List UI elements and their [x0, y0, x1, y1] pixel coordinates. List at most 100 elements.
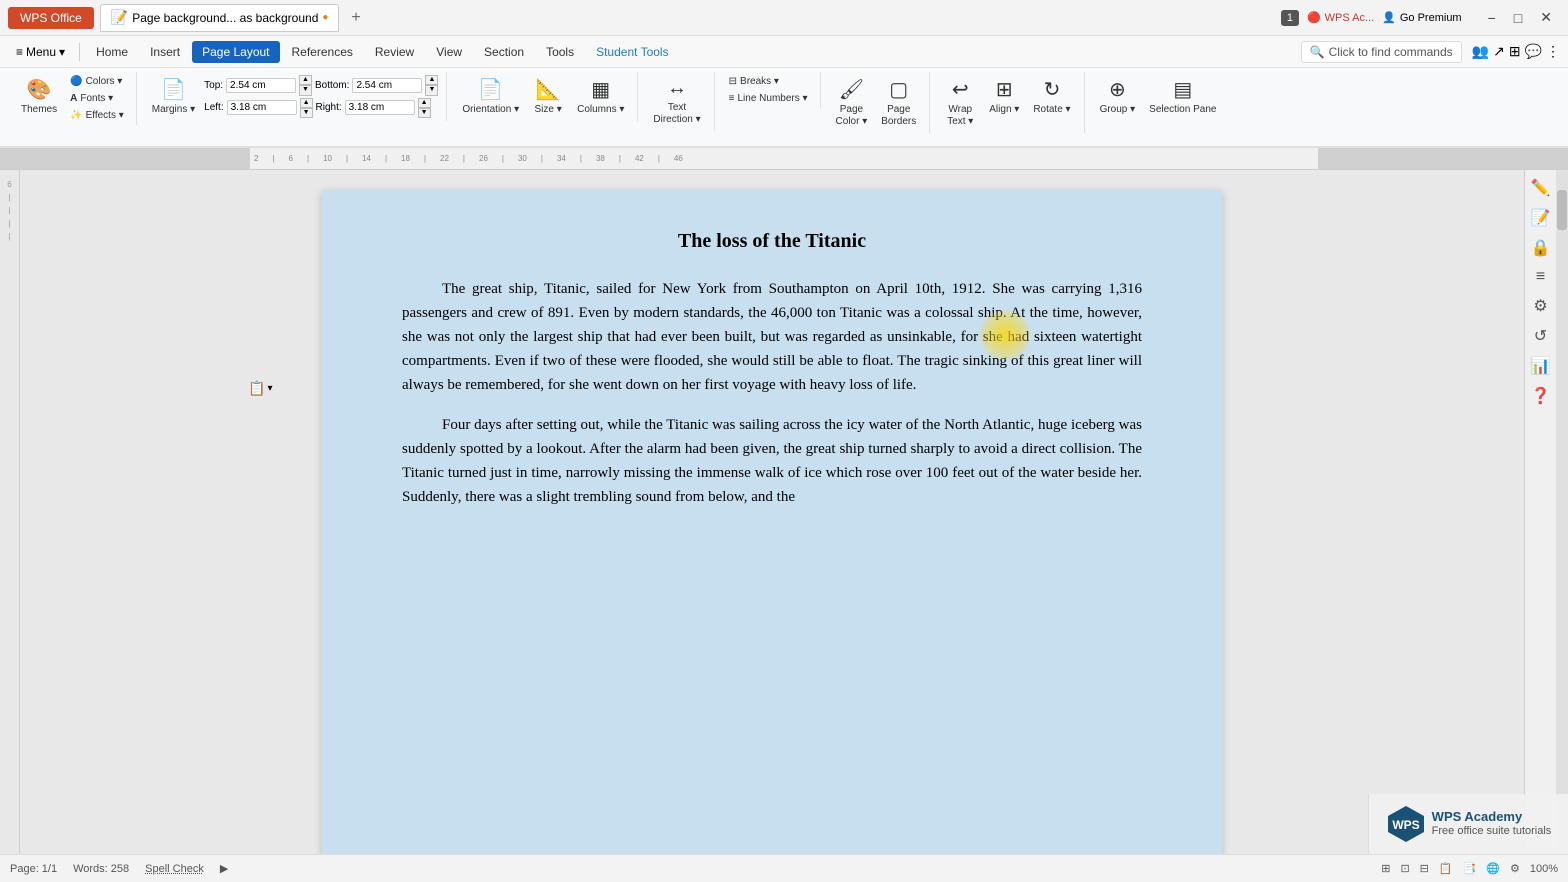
size-icon: 📐: [536, 77, 561, 102]
rotate-button[interactable]: ↻ Rotate ▾: [1028, 74, 1075, 119]
list-view-icon[interactable]: ≡: [1536, 268, 1545, 286]
menu-item-references[interactable]: References: [282, 41, 363, 63]
lock-icon[interactable]: 🔒: [1531, 238, 1551, 258]
status-arrow: ▶: [220, 862, 228, 875]
comment-icon[interactable]: 💬: [1525, 43, 1542, 60]
right-sidebar: ✏️ 📝 🔒 ≡ ⚙ ↺ 📊 ❓: [1524, 170, 1556, 854]
page-color-button[interactable]: 🖌 PageColor ▾: [831, 74, 873, 131]
bottom-spin: ▲ ▼: [425, 75, 438, 96]
wrap-text-icon: ↩: [952, 77, 969, 102]
page-borders-button[interactable]: ▢ PageBorders: [876, 74, 921, 131]
orientation-button[interactable]: 📄 Orientation ▾: [457, 74, 524, 119]
effects-button[interactable]: ✨ Effects ▾: [66, 108, 128, 123]
ruler-right-margin: [1318, 148, 1568, 169]
menu-item-student-tools[interactable]: Student Tools: [586, 41, 679, 63]
colors-icon: 🔵: [70, 76, 82, 87]
wps-account[interactable]: 🔴 WPS Ac...: [1307, 11, 1374, 24]
menu-item-tools[interactable]: Tools: [536, 41, 584, 63]
chart-icon[interactable]: 📊: [1531, 356, 1551, 376]
wps-office-button[interactable]: WPS Office: [8, 7, 94, 29]
menu-item-review[interactable]: Review: [365, 41, 424, 63]
go-premium-button[interactable]: 👤 Go Premium: [1382, 11, 1461, 24]
themes-icon: 🎨: [27, 77, 52, 102]
title-bar-right: 1 🔴 WPS Ac... 👤 Go Premium − □ ✕: [1281, 7, 1560, 28]
hamburger-menu[interactable]: ≡ Menu ▾: [8, 41, 73, 63]
page-color-icon: 🖌: [839, 77, 864, 102]
view-print-icon[interactable]: ⊟: [1420, 862, 1429, 875]
line-numbers-label: Line Numbers ▾: [737, 93, 807, 104]
user-switch-icon[interactable]: 👥: [1472, 43, 1489, 60]
selection-pane-icon: ▤: [1173, 77, 1192, 102]
settings-icon[interactable]: ⚙: [1533, 296, 1547, 316]
doc-icon: 📝: [111, 9, 128, 26]
ribbon-group-arrange: ↩ WrapText ▾ ⊞ Align ▾ ↻ Rotate ▾: [932, 72, 1084, 133]
search-box[interactable]: 🔍 Click to find commands: [1301, 41, 1462, 63]
right-spin-up[interactable]: ▲: [418, 98, 431, 108]
top-spin-down[interactable]: ▼: [299, 85, 312, 95]
top-input[interactable]: [226, 78, 296, 93]
more-icon[interactable]: ⋮: [1546, 43, 1560, 60]
right-spin: ▲ ▼: [418, 98, 431, 119]
left-spin-down[interactable]: ▼: [300, 108, 313, 118]
share-icon[interactable]: ↗: [1493, 43, 1505, 60]
track-changes-icon[interactable]: 📝: [1531, 208, 1551, 228]
menu-item-insert[interactable]: Insert: [140, 41, 190, 63]
margins-items: 📄 Margins ▾ Top: ▲ ▼ Bottom: ▲ ▼: [147, 74, 439, 119]
left-spin-up[interactable]: ▲: [300, 98, 313, 108]
wrap-text-button[interactable]: ↩ WrapText ▾: [940, 74, 980, 131]
left-input[interactable]: [227, 100, 297, 115]
top-spin-up[interactable]: ▲: [299, 75, 312, 85]
breaks-line-group: ⊟ Breaks ▾ ≡ Line Numbers ▾: [725, 74, 812, 106]
text-items: ↔ TextDirection ▾: [648, 74, 705, 129]
maximize-button[interactable]: □: [1506, 7, 1530, 28]
view-read-icon[interactable]: ⊡: [1400, 862, 1409, 875]
line-numbers-icon: ≡: [729, 93, 735, 104]
view-normal-icon[interactable]: ⊞: [1381, 862, 1390, 875]
size-button[interactable]: 📐 Size ▾: [528, 74, 568, 119]
format-icon[interactable]: ✏️: [1531, 178, 1551, 198]
minimize-button[interactable]: −: [1480, 7, 1504, 28]
bottom-spin-down[interactable]: ▼: [425, 85, 438, 95]
bottom-spin-up[interactable]: ▲: [425, 75, 438, 85]
layout-icon[interactable]: ⊞: [1509, 43, 1521, 60]
right-spin-down[interactable]: ▼: [418, 108, 431, 118]
colors-label: Colors ▾: [86, 76, 123, 87]
document-area[interactable]: 📋 ▾ The loss of the Titanic The great sh…: [20, 170, 1524, 854]
align-button[interactable]: ⊞ Align ▾: [984, 74, 1024, 119]
group-button[interactable]: ⊕ Group ▾: [1095, 74, 1141, 119]
bottom-input[interactable]: [352, 78, 422, 93]
menu-item-page-layout[interactable]: Page Layout: [192, 41, 279, 63]
help-icon[interactable]: ❓: [1531, 386, 1551, 406]
spell-check[interactable]: Spell Check: [145, 863, 204, 875]
line-numbers-button[interactable]: ≡ Line Numbers ▾: [725, 91, 812, 106]
fonts-icon: A: [70, 93, 77, 104]
add-tab-button[interactable]: +: [345, 9, 366, 27]
fonts-button[interactable]: A Fonts ▾: [66, 91, 128, 106]
paste-hint[interactable]: 📋 ▾: [248, 380, 272, 397]
text-direction-button[interactable]: ↔ TextDirection ▾: [648, 74, 705, 129]
view-doc-icon[interactable]: 📋: [1439, 862, 1453, 875]
menu-item-home[interactable]: Home: [86, 41, 138, 63]
history-icon[interactable]: ↺: [1534, 326, 1547, 346]
word-count: Words: 258: [73, 863, 129, 875]
breaks-button[interactable]: ⊟ Breaks ▾: [725, 74, 812, 89]
view-outline-icon[interactable]: 📑: [1463, 862, 1477, 875]
close-button[interactable]: ✕: [1532, 7, 1560, 28]
selection-pane-button[interactable]: ▤ Selection Pane: [1144, 74, 1221, 119]
wps-academy-text-group: WPS Academy Free office suite tutorials: [1432, 809, 1552, 838]
menu-item-section[interactable]: Section: [474, 41, 534, 63]
margins-button[interactable]: 📄 Margins ▾: [147, 74, 200, 119]
menu-item-view[interactable]: View: [426, 41, 472, 63]
columns-button[interactable]: ▦ Columns ▾: [572, 74, 629, 119]
right-label: Right:: [316, 102, 342, 113]
hamburger-icon: ≡: [16, 45, 23, 59]
web-icon[interactable]: 🌐: [1486, 862, 1500, 875]
themes-button[interactable]: 🎨 Themes: [16, 74, 62, 119]
document-tab[interactable]: 📝 Page background... as background ●: [100, 4, 340, 32]
menu-separator-1: [79, 43, 80, 61]
right-input[interactable]: [345, 100, 415, 115]
settings-status-icon[interactable]: ⚙: [1510, 862, 1520, 875]
scrollbar-thumb[interactable]: [1557, 190, 1567, 230]
vertical-scrollbar[interactable]: [1556, 170, 1568, 854]
colors-button[interactable]: 🔵 Colors ▾: [66, 74, 128, 89]
